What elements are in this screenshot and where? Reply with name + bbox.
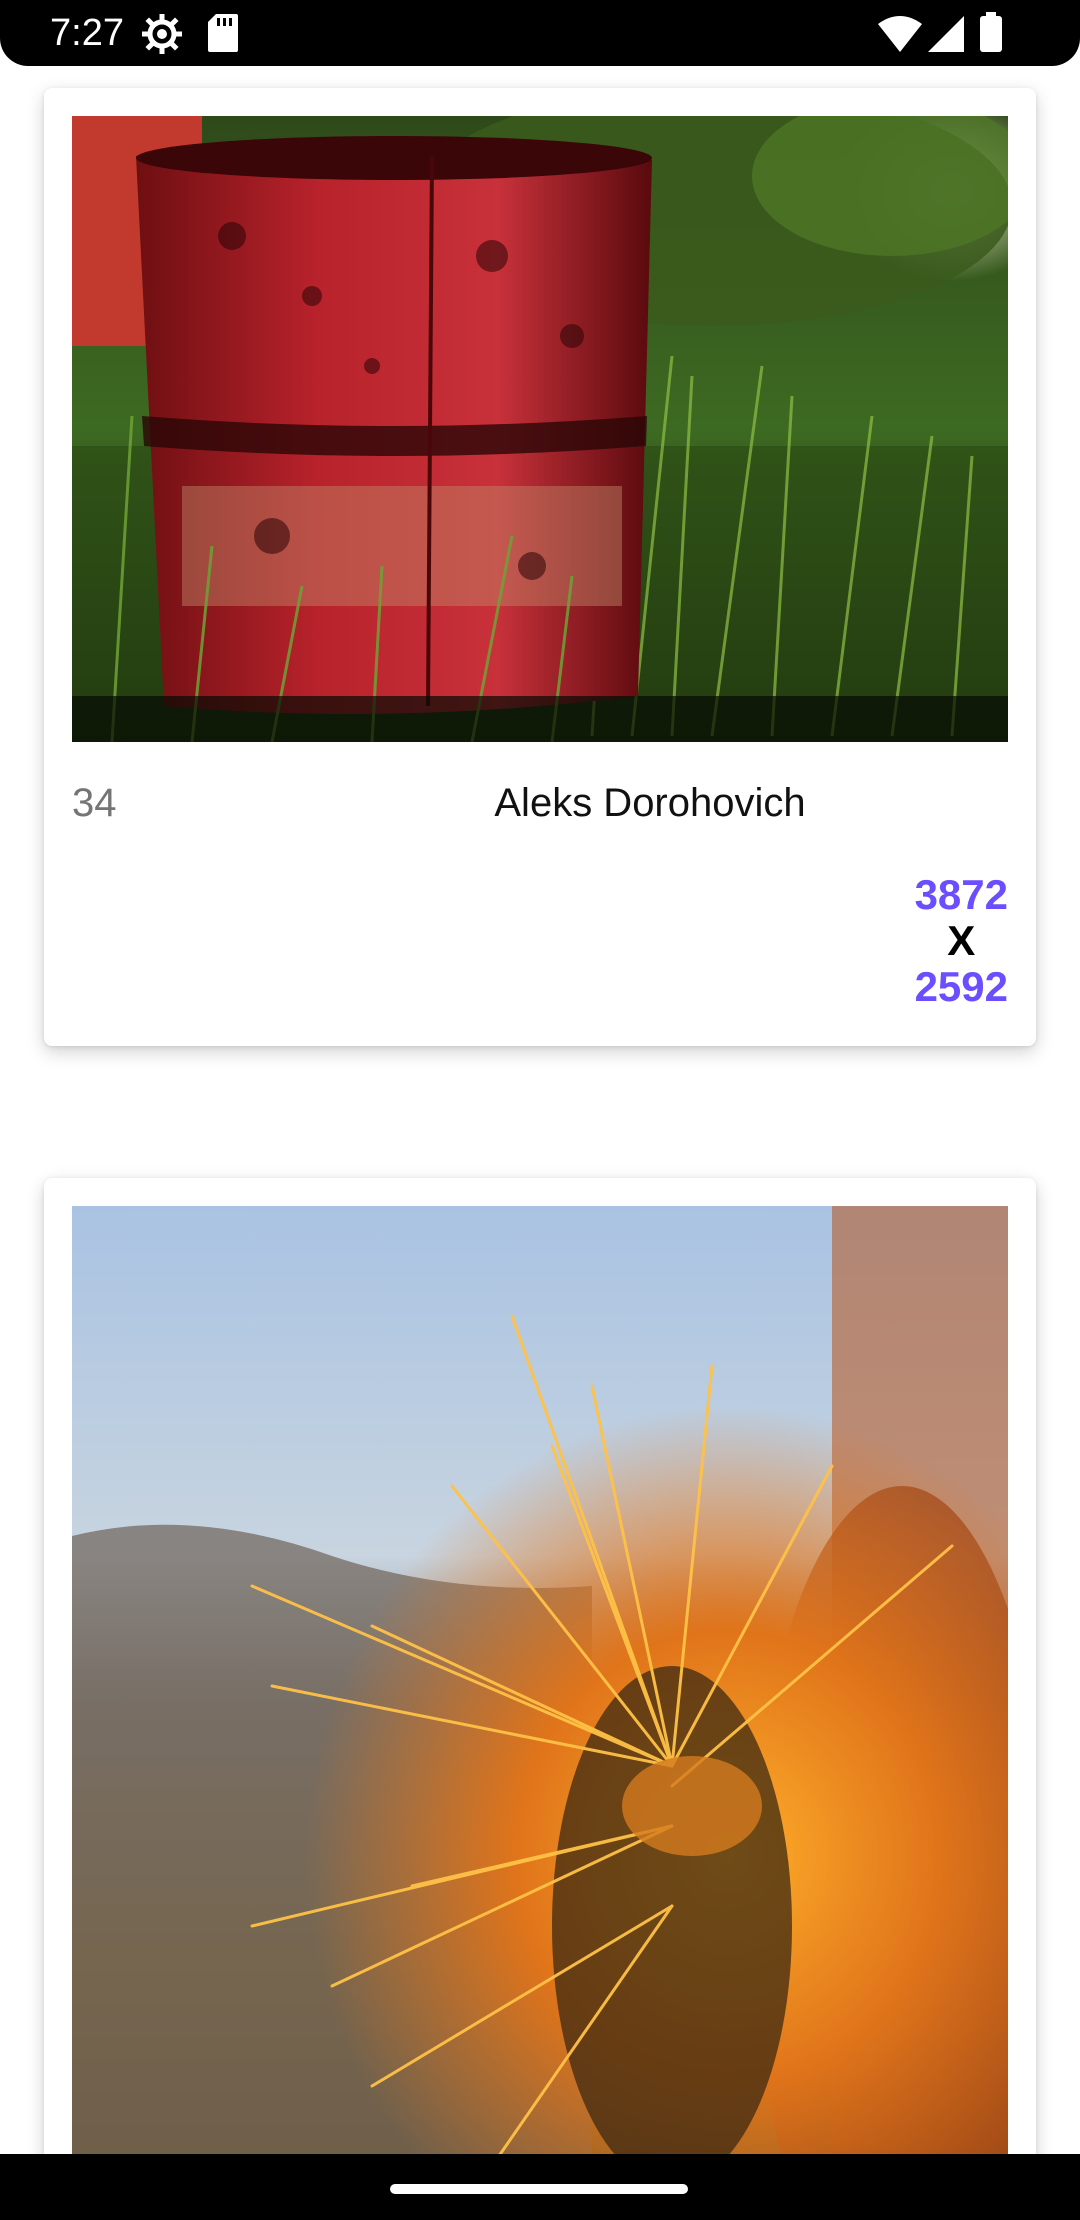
status-bar: 7:27	[0, 0, 1080, 66]
dimension-separator: X	[947, 917, 976, 964]
photo-card[interactable]: 34 Aleks Dorohovich 3872 X 2592	[44, 88, 1036, 1046]
wifi-icon	[878, 16, 922, 52]
photo-list[interactable]: 34 Aleks Dorohovich 3872 X 2592	[0, 66, 1080, 2154]
card-photo[interactable]	[72, 1206, 1008, 2154]
home-gesture-handle[interactable]	[390, 2184, 688, 2194]
photo-author: Aleks Dorohovich	[494, 781, 806, 825]
sd-card-icon	[208, 14, 238, 52]
card-photo[interactable]	[72, 116, 1008, 742]
photo-id: 34	[72, 781, 117, 825]
battery-icon	[980, 12, 1002, 52]
screen: 7:27 34 Aleks Dorohovich 3872 X 2592	[0, 0, 1080, 2220]
photo-height: 2592	[914, 963, 1008, 1010]
cactus-spines-photo	[72, 1206, 1008, 2154]
cell-signal-icon	[928, 16, 964, 52]
status-time: 7:27	[50, 12, 124, 54]
photo-width: 3872	[914, 871, 1008, 918]
settings-gear-icon	[142, 14, 182, 54]
rusty-barrel-photo	[72, 116, 1008, 742]
photo-dimensions: 3872 X 2592	[915, 872, 1008, 1010]
navigation-bar	[0, 2154, 1080, 2220]
photo-card[interactable]	[44, 1178, 1036, 2154]
